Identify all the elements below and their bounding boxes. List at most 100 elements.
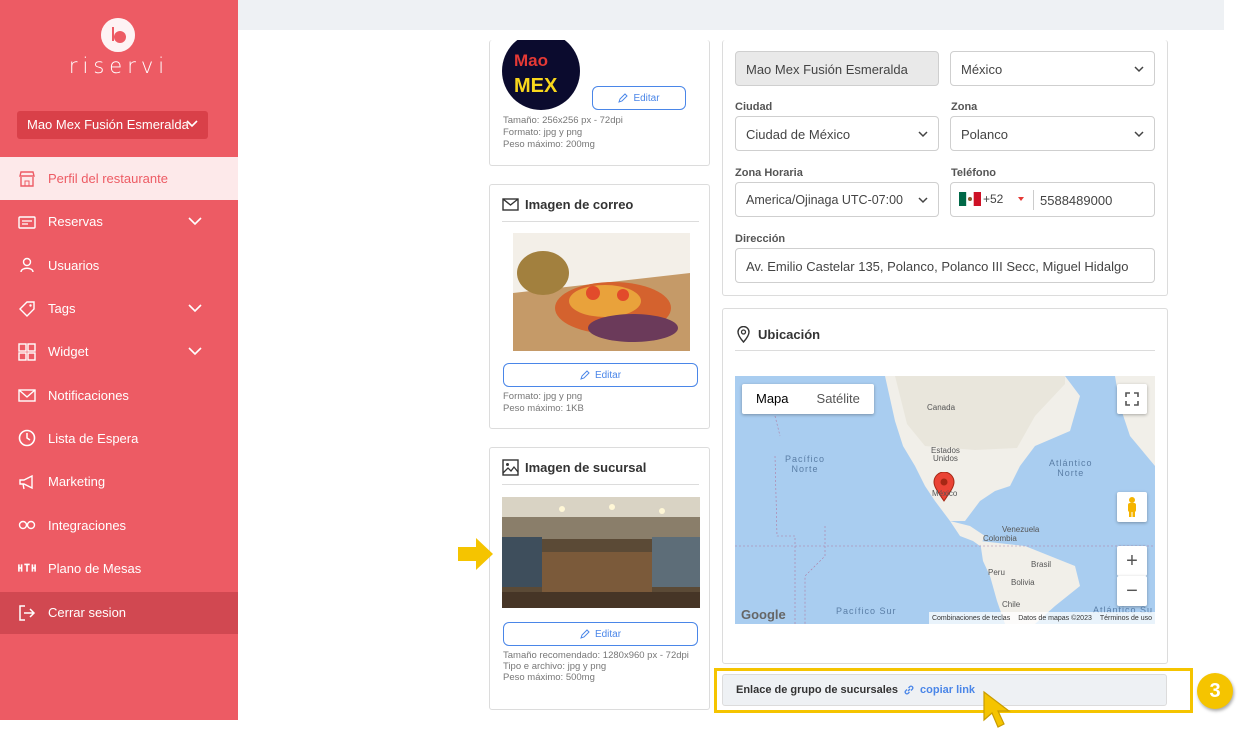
zoom-out-button[interactable]: − bbox=[1117, 576, 1147, 606]
tutorial-step-badge: 3 bbox=[1197, 673, 1233, 709]
logo-card: Mao MEX Editar Tamaño: 256x256 px - 72dp… bbox=[489, 40, 710, 166]
edit-email-image-button[interactable]: Editar bbox=[503, 363, 698, 387]
clock-icon bbox=[18, 429, 36, 447]
map-label-bolivia: Bolivia bbox=[1011, 578, 1035, 587]
map-label-pacific-south: Pacífico Sur bbox=[836, 606, 897, 616]
map-label-pacific-north: Pacífico Norte bbox=[785, 454, 826, 474]
mail-icon bbox=[18, 386, 36, 404]
app-logo-text: riservi bbox=[68, 54, 170, 78]
user-icon bbox=[18, 256, 36, 274]
zoom-in-button[interactable]: + bbox=[1117, 546, 1147, 576]
map-label-usa: Estados Unidos bbox=[931, 446, 960, 463]
widget-icon bbox=[18, 343, 36, 361]
map-label-brasil: Brasil bbox=[1031, 560, 1052, 569]
svg-text:MEX: MEX bbox=[514, 75, 558, 97]
logo-notes: Tamaño: 256x256 px - 72dpi Formato: jpg … bbox=[503, 115, 623, 150]
map-label-atlantic-north: Atlántico Norte bbox=[1049, 458, 1093, 478]
chevron-down-icon bbox=[188, 304, 202, 313]
map-terms-link[interactable]: Términos de uso bbox=[1100, 615, 1152, 622]
tag-icon bbox=[18, 300, 36, 318]
email-image-notes: Formato: jpg y png Peso máximo: 1KB bbox=[503, 391, 584, 414]
sidebar-item-perfil[interactable]: Perfil del restaurante bbox=[0, 157, 238, 201]
location-map[interactable]: Mapa Satélite + − Canada Estados Unidos … bbox=[735, 376, 1155, 624]
reservations-icon bbox=[18, 213, 36, 231]
sidebar-item-tags[interactable]: Tags bbox=[0, 287, 238, 330]
chevron-down-icon bbox=[918, 197, 928, 204]
sidebar-item-label: Tags bbox=[48, 301, 76, 317]
image-icon bbox=[502, 459, 519, 476]
edit-branch-image-button[interactable]: Editar bbox=[503, 622, 698, 646]
sidebar: riservi Mao Mex Fusión Esmeralda Perfil … bbox=[0, 0, 238, 720]
map-data-credit: Datos de mapas ©2023 bbox=[1018, 614, 1092, 622]
map-label-canada: Canada bbox=[927, 403, 956, 412]
mexico-flag-icon bbox=[959, 192, 981, 206]
email-image-title: Imagen de correo bbox=[502, 196, 633, 213]
edit-logo-button[interactable]: Editar bbox=[592, 86, 686, 110]
chevron-down-icon bbox=[188, 217, 202, 226]
sidebar-item-logout[interactable]: Cerrar sesion bbox=[0, 591, 238, 634]
fullscreen-icon[interactable] bbox=[1117, 384, 1147, 414]
sidebar-item-label: Usuarios bbox=[48, 257, 100, 273]
chevron-down-icon bbox=[1134, 66, 1144, 73]
timezone-select[interactable]: America/Ojinaga UTC-07:00 bbox=[735, 182, 939, 217]
sidebar-item-integraciones[interactable]: Integraciones bbox=[0, 503, 238, 546]
sidebar-item-marketing[interactable]: Marketing bbox=[0, 460, 238, 503]
city-label: Ciudad bbox=[735, 101, 773, 113]
email-image-card: Imagen de correo Editar Formato: jpg y p… bbox=[489, 184, 710, 429]
sidebar-item-reservas[interactable]: Reservas bbox=[0, 200, 238, 243]
city-select[interactable]: Ciudad de México bbox=[735, 116, 939, 151]
floor-plan-icon bbox=[18, 559, 36, 577]
sidebar-nav: Perfil del restaurante Reservas Usuarios… bbox=[0, 157, 238, 634]
sidebar-item-plano-mesas[interactable]: Plano de Mesas bbox=[0, 547, 238, 590]
branch-image-notes: Tamaño recomendado: 1280x960 px - 72dpi … bbox=[503, 650, 689, 683]
sidebar-item-label: Integraciones bbox=[48, 517, 127, 533]
sidebar-item-label: Widget bbox=[48, 344, 89, 360]
branch-image-preview bbox=[502, 497, 700, 608]
timezone-label: Zona Horaria bbox=[735, 167, 803, 179]
sidebar-item-usuarios[interactable]: Usuarios bbox=[0, 244, 238, 287]
map-label-peru: Peru bbox=[988, 568, 1005, 577]
branch-selector[interactable]: Mao Mex Fusión Esmeralda bbox=[17, 111, 208, 139]
sidebar-item-label: Lista de Espera bbox=[48, 430, 139, 446]
sidebar-item-widget[interactable]: Widget bbox=[0, 330, 238, 373]
phone-country-code-select[interactable]: +52 bbox=[959, 192, 1025, 206]
google-logo: Google bbox=[741, 607, 786, 622]
phone-number-input[interactable]: 5588489000 bbox=[1040, 193, 1112, 208]
zone-select[interactable]: Polanco bbox=[950, 116, 1155, 151]
branch-image-card: Imagen de sucursal Editar Tamaño recomen… bbox=[489, 447, 710, 710]
caret-down-icon bbox=[1018, 197, 1025, 201]
pencil-icon bbox=[580, 370, 590, 380]
integrations-icon bbox=[18, 516, 36, 534]
map-keyboard-shortcuts-link[interactable]: Combinaciones de teclas bbox=[932, 615, 1010, 622]
chevron-down-icon bbox=[1134, 131, 1144, 138]
sidebar-item-label: Cerrar sesion bbox=[48, 605, 127, 621]
pencil-icon bbox=[580, 629, 590, 639]
svg-text:Mao: Mao bbox=[514, 51, 548, 70]
chevron-down-icon bbox=[188, 347, 202, 356]
email-image-preview bbox=[513, 233, 690, 351]
location-pin-icon bbox=[737, 326, 750, 343]
map-type-tabs: Mapa Satélite bbox=[742, 384, 874, 414]
sidebar-item-lista-espera[interactable]: Lista de Espera bbox=[0, 417, 238, 460]
branch-selector-value: Mao Mex Fusión Esmeralda bbox=[27, 117, 189, 132]
sidebar-item-notificaciones[interactable]: Notificaciones bbox=[0, 373, 238, 416]
logo-icon bbox=[101, 18, 135, 52]
envelope-icon bbox=[502, 198, 519, 211]
tutorial-pointer-arrow-icon bbox=[458, 536, 494, 577]
chevron-down-icon bbox=[186, 120, 198, 128]
address-input[interactable]: Av. Emilio Castelar 135, Polanco, Polanc… bbox=[735, 248, 1155, 283]
street-view-pegman-icon[interactable] bbox=[1117, 492, 1147, 522]
country-select[interactable]: México bbox=[950, 51, 1155, 86]
sidebar-item-label: Notificaciones bbox=[48, 387, 129, 403]
map-tab-mapa[interactable]: Mapa bbox=[742, 384, 803, 414]
sidebar-item-label: Plano de Mesas bbox=[48, 560, 142, 576]
tutorial-highlight-box bbox=[714, 668, 1193, 713]
address-label: Dirección bbox=[735, 233, 786, 245]
map-tab-satelite[interactable]: Satélite bbox=[803, 384, 874, 414]
map-label-colombia: Colombia bbox=[983, 534, 1017, 543]
map-label-venezuela: Venezuela bbox=[1002, 525, 1040, 534]
phone-field[interactable]: +52 5588489000 bbox=[950, 182, 1155, 217]
chevron-down-icon bbox=[918, 131, 928, 138]
pencil-icon bbox=[618, 93, 629, 103]
top-bar bbox=[238, 0, 1224, 30]
